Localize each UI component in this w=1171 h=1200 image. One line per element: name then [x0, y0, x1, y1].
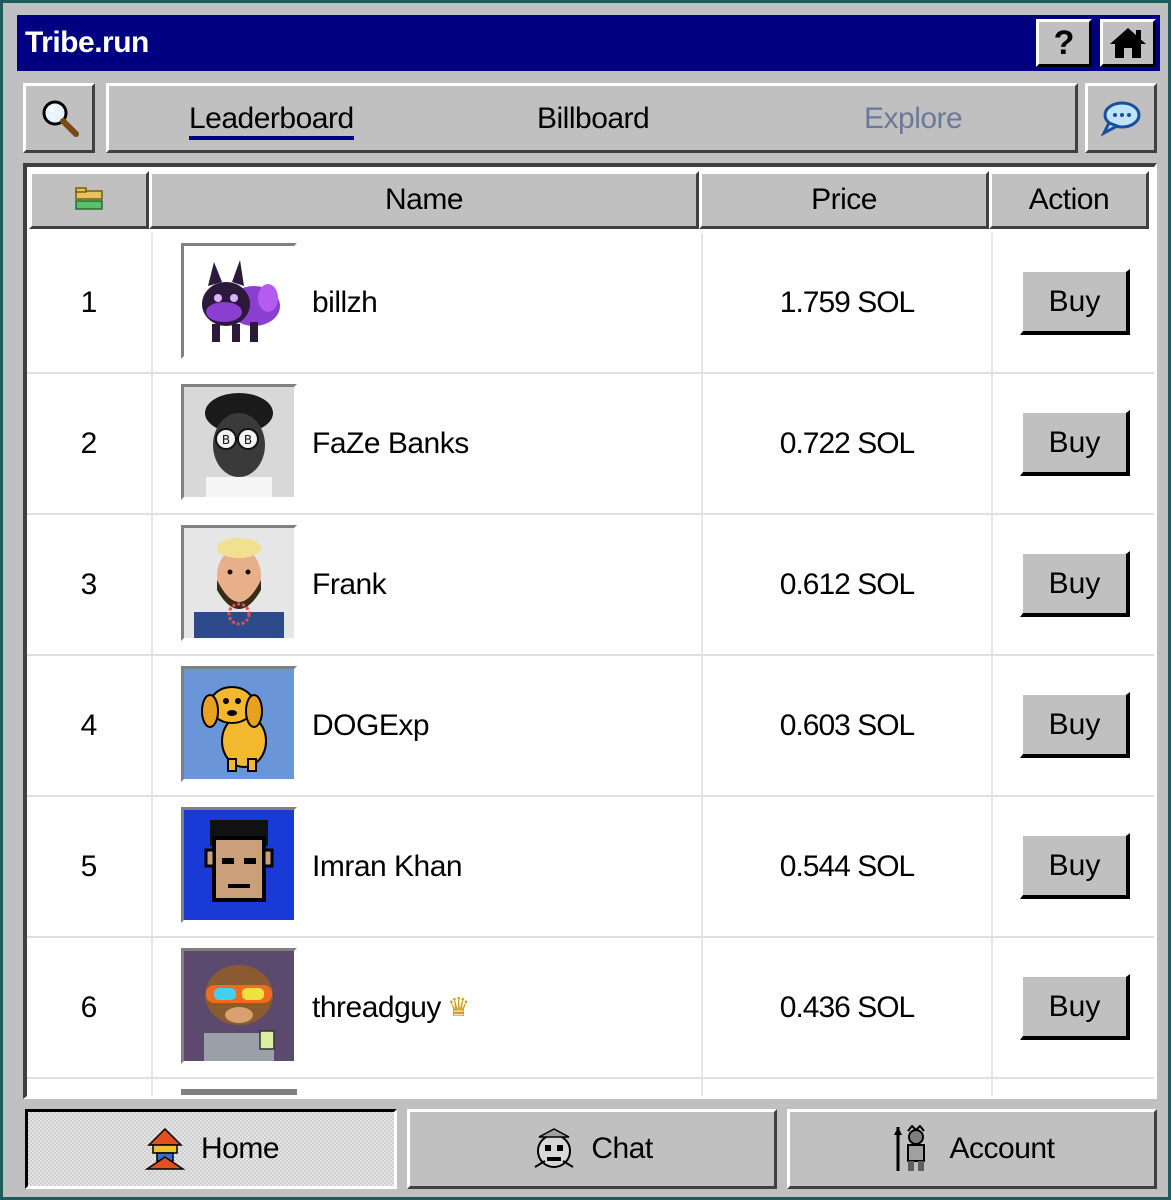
- buy-button[interactable]: Buy: [1020, 692, 1130, 758]
- svg-text:B: B: [222, 433, 230, 447]
- user-name[interactable]: threadguy: [312, 991, 441, 1025]
- help-label: ?: [1053, 23, 1075, 62]
- folder-sort-icon: [75, 187, 103, 210]
- chat-nav-button[interactable]: Chat: [407, 1109, 777, 1189]
- monkey-goggles-avatar: [181, 948, 297, 1064]
- pixel-face-avatar: [181, 807, 297, 923]
- action-column-header[interactable]: Action: [989, 171, 1149, 229]
- buy-button[interactable]: Buy: [1020, 551, 1130, 617]
- name-column-header[interactable]: Name: [149, 171, 699, 229]
- tribal-totem-icon: [143, 1127, 187, 1171]
- home-nav-button[interactable]: Home: [25, 1109, 397, 1189]
- table-row: 1 billzh 1.759 SOL Buy: [27, 233, 1154, 374]
- home-nav-label: Home: [200, 1132, 280, 1165]
- man-with-glasses-avatar: B B: [181, 384, 297, 500]
- rank-cell: 3: [80, 567, 98, 601]
- speech-bubble-icon: [1100, 101, 1141, 137]
- user-name[interactable]: Imran Khan: [312, 850, 463, 884]
- table-row: 5 Imran Khan 0.544 SOL Buy: [27, 797, 1154, 938]
- table-body: 1 billzh 1.759 SOL Buy 2 B B FaZe Banks …: [27, 233, 1154, 1096]
- help-button[interactable]: ?: [1036, 19, 1092, 67]
- price-cell: 0.436 SOL: [779, 990, 915, 1024]
- yellow-dog-avatar: [181, 666, 297, 782]
- buy-button[interactable]: Buy: [1020, 833, 1130, 899]
- tab-leaderboard[interactable]: Leaderboard: [189, 100, 354, 140]
- price-cell: 0.722 SOL: [779, 426, 915, 460]
- tab-bar: Leaderboard Billboard Explore: [106, 83, 1078, 153]
- price-cell: 0.612 SOL: [779, 567, 915, 601]
- avatar-partial: [181, 1089, 297, 1095]
- table-row: 6 threadguy ♛ 0.436 SOL Buy: [27, 938, 1154, 1079]
- search-button[interactable]: [23, 83, 95, 153]
- crown-icon: ♛: [446, 992, 470, 1022]
- price-cell: 0.603 SOL: [779, 708, 915, 742]
- name-cell[interactable]: DOGExp: [312, 656, 430, 795]
- name-cell[interactable]: FaZe Banks: [312, 374, 469, 513]
- rank-cell: 2: [80, 426, 98, 460]
- price-cell: 1.759 SOL: [779, 285, 915, 319]
- table-row-partial: [27, 1079, 1154, 1096]
- user-name[interactable]: Frank: [312, 568, 387, 602]
- svg-text:B: B: [244, 433, 252, 447]
- table-row: 4 DOGExp 0.603 SOL Buy: [27, 656, 1154, 797]
- user-name[interactable]: billzh: [312, 286, 378, 320]
- title-bar: Tribe.run ?: [17, 15, 1160, 71]
- price-column-header[interactable]: Price: [699, 171, 989, 229]
- tribal-mask-icon: [531, 1127, 577, 1171]
- chat-bubble-button[interactable]: [1085, 83, 1157, 153]
- buy-button[interactable]: Buy: [1020, 269, 1130, 335]
- tab-billboard[interactable]: Billboard: [537, 100, 650, 140]
- name-cell[interactable]: threadguy ♛: [312, 938, 470, 1077]
- chat-nav-label: Chat: [591, 1132, 653, 1165]
- table-row: 2 B B FaZe Banks 0.722 SOL Buy: [27, 374, 1154, 515]
- name-cell[interactable]: Frank: [312, 515, 387, 654]
- app-title: Tribe.run: [25, 26, 149, 59]
- table-row: 3 Frank 0.612 SOL Buy: [27, 515, 1154, 656]
- rank-cell: 4: [80, 708, 98, 742]
- rank-cell: 1: [80, 285, 98, 319]
- name-cell[interactable]: billzh: [312, 233, 378, 372]
- name-cell[interactable]: Imran Khan: [312, 797, 463, 936]
- purple-cat-avatar: [181, 243, 297, 359]
- account-nav-button[interactable]: Account: [787, 1109, 1157, 1189]
- app-window: Tribe.run ? Leaderboard Billboard Explor…: [0, 0, 1171, 1200]
- home-button[interactable]: [1100, 19, 1156, 67]
- sort-column-header[interactable]: [29, 171, 149, 229]
- house-icon: [1110, 28, 1146, 58]
- rank-cell: 6: [80, 990, 98, 1024]
- buy-button[interactable]: Buy: [1020, 410, 1130, 476]
- user-name[interactable]: FaZe Banks: [312, 427, 469, 461]
- buy-button[interactable]: Buy: [1020, 974, 1130, 1040]
- tab-explore[interactable]: Explore: [864, 100, 963, 140]
- user-name[interactable]: DOGExp: [312, 709, 430, 743]
- rank-cell: 5: [80, 849, 98, 883]
- warrior-icon: [890, 1125, 936, 1173]
- bearded-man-avatar: [181, 525, 297, 641]
- account-nav-label: Account: [949, 1132, 1055, 1165]
- leaderboard-table: Name Price Action 1 billzh 1.759 SOL Buy…: [23, 163, 1157, 1099]
- magnifier-icon: [42, 100, 79, 137]
- price-cell: 0.544 SOL: [779, 849, 915, 883]
